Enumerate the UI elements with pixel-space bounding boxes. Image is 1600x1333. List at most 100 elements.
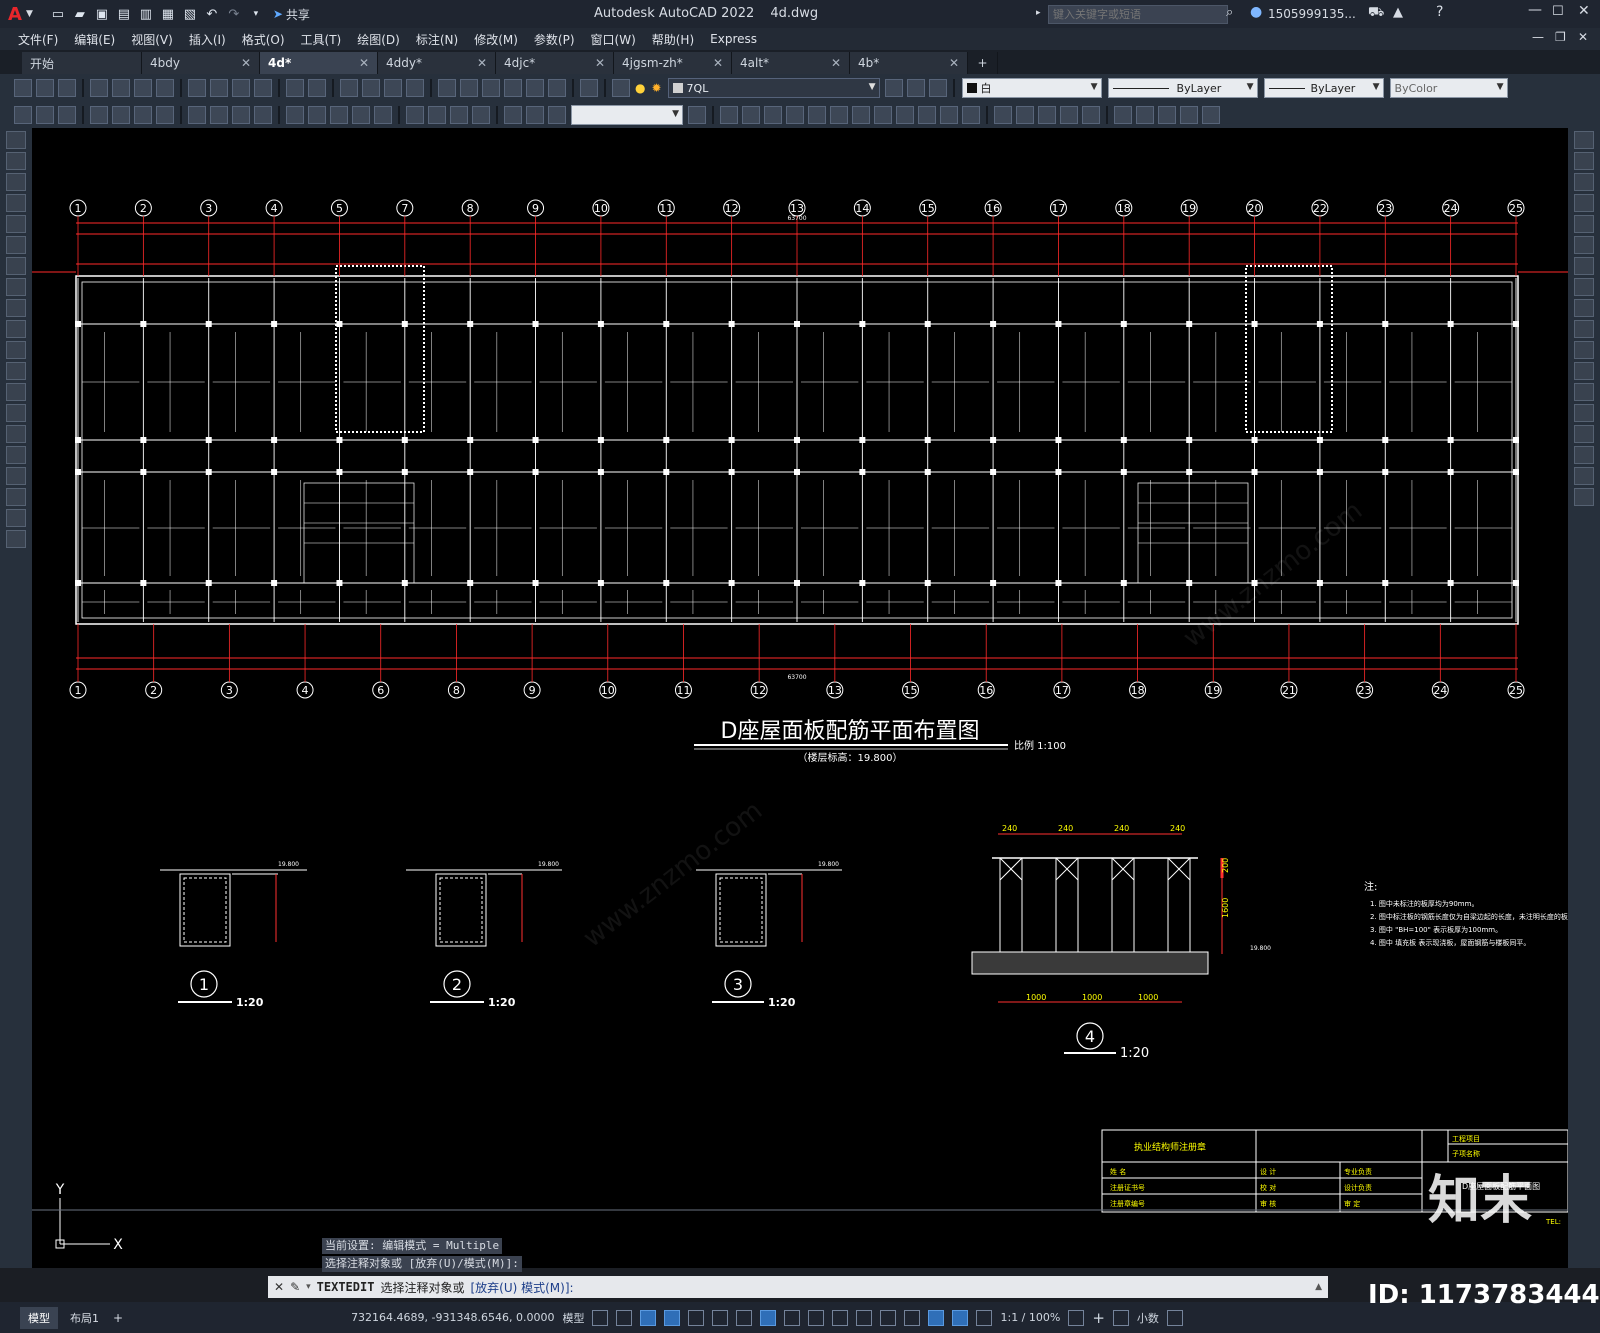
tab-4jgsm-zh[interactable]: 4jgsm-zh* ✕ [614, 52, 732, 74]
transparency-icon[interactable] [808, 1309, 825, 1326]
command-dropdown-icon[interactable]: ▾ [306, 1282, 311, 1292]
linetype-dropdown[interactable]: ByLayer ▼ [1107, 78, 1258, 98]
units-dropdown[interactable]: 小数 [1137, 1310, 1159, 1326]
arc-icon[interactable] [6, 236, 26, 254]
polar-icon[interactable] [664, 1309, 681, 1326]
undo-icon[interactable] [286, 79, 304, 97]
linear-dim-icon[interactable] [90, 106, 108, 124]
layer-dropdown[interactable]: 7QL ▼ [667, 78, 880, 98]
markup-icon[interactable] [526, 79, 544, 97]
menu-file[interactable]: 文件(F) [18, 31, 58, 48]
menu-format[interactable]: 格式(O) [242, 31, 285, 48]
offset-icon[interactable] [1574, 194, 1594, 212]
menu-parametric[interactable]: 参数(P) [534, 31, 575, 48]
dim-update-icon[interactable] [548, 106, 566, 124]
publish-icon[interactable] [134, 79, 152, 97]
tab-4alt[interactable]: 4alt* ✕ [732, 52, 850, 74]
3d-dwf-icon[interactable] [156, 79, 174, 97]
match-properties-icon[interactable] [254, 79, 272, 97]
redo-icon[interactable]: ↷ [225, 5, 243, 23]
help-icon[interactable]: ? [1436, 4, 1443, 20]
tab-4djc[interactable]: 4djc* ✕ [496, 52, 614, 74]
app-menu-chevron-icon[interactable]: ▼ [26, 9, 33, 19]
quick-dim-icon[interactable] [286, 106, 304, 124]
break-icon[interactable] [1574, 383, 1594, 401]
layout-tab-layout1[interactable]: 布局1 [62, 1307, 107, 1329]
rotate-icon[interactable] [1574, 257, 1594, 275]
circle-icon[interactable] [6, 257, 26, 275]
zoom-previous-icon[interactable] [406, 79, 424, 97]
add-layout-icon[interactable]: + [113, 1311, 123, 1325]
menu-help[interactable]: 帮助(H) [652, 31, 694, 48]
tool-icon[interactable] [896, 106, 914, 124]
layer-states-icon[interactable] [928, 79, 947, 97]
print-icon[interactable]: ▧ [181, 5, 199, 23]
mtext-icon[interactable] [6, 509, 26, 527]
doc-close-button[interactable]: ✕ [1578, 30, 1588, 44]
mirror-icon[interactable] [1574, 173, 1594, 191]
close-icon[interactable]: ✕ [359, 56, 369, 70]
command-line[interactable]: ✕ ✎ ▾ TEXTEDIT 选择注释对象或 [放弃(U) 模式(M)]: ▲ [268, 1276, 1328, 1298]
inspect-icon[interactable] [450, 106, 468, 124]
tool-icon[interactable] [1202, 106, 1220, 124]
pan-icon[interactable] [340, 79, 358, 97]
save-icon[interactable] [58, 79, 76, 97]
table-icon[interactable] [6, 488, 26, 506]
make-current-icon[interactable] [884, 79, 903, 97]
command-options[interactable]: [放弃(U) 模式(M)]: [470, 1279, 573, 1296]
tool-icon[interactable] [764, 106, 782, 124]
zoom-window-icon[interactable] [384, 79, 402, 97]
menu-dimension[interactable]: 标注(N) [416, 31, 458, 48]
tool-icon[interactable] [1082, 106, 1100, 124]
aligned-dim-icon[interactable] [112, 106, 130, 124]
layer-properties-icon[interactable] [612, 79, 630, 97]
menu-draw[interactable]: 绘图(D) [357, 31, 400, 48]
copy-icon[interactable] [210, 79, 228, 97]
cart-icon[interactable]: ⛟ [1368, 5, 1384, 22]
join-icon[interactable] [1574, 404, 1594, 422]
ortho-icon[interactable] [640, 1309, 657, 1326]
tab-4b[interactable]: 4b* ✕ [850, 52, 968, 74]
ellipse-icon[interactable] [6, 320, 26, 338]
dim-text-edit-icon[interactable] [526, 106, 544, 124]
user-account[interactable]: 1505999135... [1268, 7, 1356, 21]
new-tab-button[interactable]: + [968, 52, 998, 74]
help-search-input[interactable] [1048, 5, 1228, 24]
line-icon[interactable] [6, 131, 26, 149]
close-icon[interactable]: ✕ [713, 56, 723, 70]
annotation-scale[interactable]: 1:1 / 100% [1000, 1311, 1060, 1324]
gizmo-icon[interactable] [904, 1309, 921, 1326]
tool-icon[interactable] [786, 106, 804, 124]
tool-icon[interactable] [1180, 106, 1198, 124]
wrench-icon[interactable]: ✎ [290, 1280, 300, 1294]
jogged-dim-icon[interactable] [210, 106, 228, 124]
layer-state-bulb-icon[interactable]: ● [635, 81, 645, 95]
color-dropdown[interactable]: 白 ▼ [961, 78, 1102, 98]
maximize-button[interactable]: ☐ [1552, 4, 1564, 19]
paste-icon[interactable] [232, 79, 250, 97]
tool-icon[interactable] [720, 106, 738, 124]
blend-icon[interactable] [1574, 467, 1594, 485]
tab-4ddy[interactable]: 4ddy* ✕ [378, 52, 496, 74]
copy-icon[interactable] [1574, 152, 1594, 170]
arc-length-icon[interactable] [134, 106, 152, 124]
annotation-scale-icon[interactable] [976, 1309, 993, 1326]
rectangle-icon[interactable] [6, 215, 26, 233]
3d-osnap-icon[interactable] [856, 1309, 873, 1326]
close-icon[interactable]: ✕ [831, 56, 841, 70]
doc-minimize-button[interactable]: — [1532, 30, 1544, 44]
dynamic-input-icon[interactable] [880, 1309, 897, 1326]
share-button[interactable]: 共享 [286, 6, 310, 23]
make-block-icon[interactable] [6, 383, 26, 401]
new-file-icon[interactable]: ▭ [49, 5, 67, 23]
dimstyle-dropdown[interactable]: ▼ [571, 105, 683, 125]
dim-space-icon[interactable] [352, 106, 370, 124]
tool-icon[interactable] [1016, 106, 1034, 124]
minimize-button[interactable]: — [1528, 2, 1542, 18]
diameter-dim-icon[interactable] [232, 106, 250, 124]
erase-icon[interactable] [1574, 131, 1594, 149]
baseline-dim-icon[interactable] [308, 106, 326, 124]
tab-4bdy[interactable]: 4bdy ✕ [142, 52, 260, 74]
close-icon[interactable]: ✕ [274, 1280, 284, 1294]
lineweight-icon[interactable] [784, 1309, 801, 1326]
